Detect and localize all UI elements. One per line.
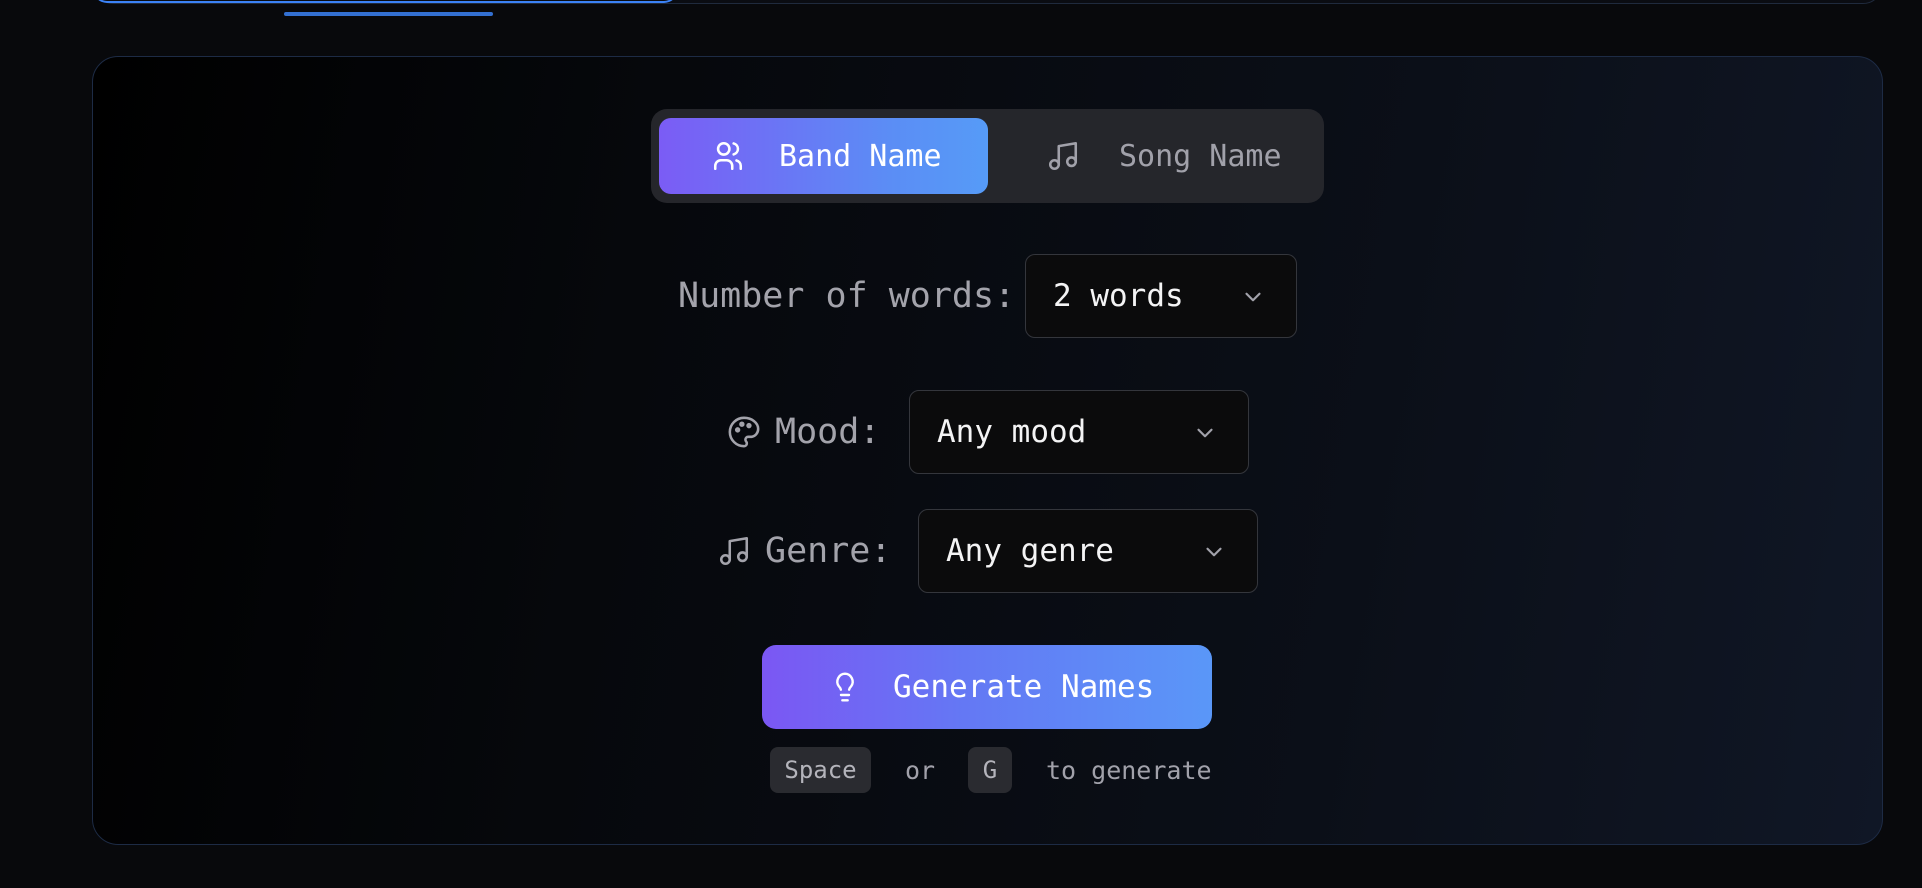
palette-icon	[726, 414, 762, 450]
g-key-badge: G	[968, 747, 1012, 793]
hint-suffix-text: to generate	[1046, 755, 1212, 785]
users-icon	[710, 138, 746, 174]
top-tab-active[interactable]	[93, 0, 678, 3]
generate-names-button[interactable]: Generate Names	[762, 645, 1212, 729]
song-name-tab[interactable]: Song Name	[996, 118, 1316, 194]
mode-toggle: Band Name Song Name	[651, 109, 1324, 203]
band-name-label: Band Name	[779, 138, 942, 174]
chevron-down-icon	[1206, 547, 1222, 557]
chevron-down-icon	[1245, 292, 1261, 302]
music-note-icon	[1045, 138, 1081, 174]
genre-label-group: Genre:	[716, 531, 891, 571]
genre-select[interactable]: Any genre	[918, 509, 1258, 593]
genre-value: Any genre	[946, 533, 1114, 569]
word-count-select[interactable]: 2 words	[1025, 254, 1297, 338]
mood-value: Any mood	[937, 414, 1087, 450]
chevron-down-icon	[1197, 428, 1213, 438]
word-count-value: 2 words	[1053, 278, 1184, 314]
tab-underline-indicator	[284, 12, 493, 16]
lightbulb-icon	[827, 669, 863, 705]
mood-label-group: Mood:	[726, 412, 880, 452]
song-name-label: Song Name	[1119, 138, 1282, 174]
mood-label: Mood:	[775, 412, 881, 452]
music-note-icon	[716, 533, 752, 569]
space-key-badge: Space	[770, 747, 871, 793]
mood-select[interactable]: Any mood	[909, 390, 1249, 474]
word-count-label: Number of words:	[678, 276, 1016, 316]
band-name-tab[interactable]: Band Name	[659, 118, 988, 194]
genre-label: Genre:	[765, 531, 892, 571]
generate-names-label: Generate Names	[893, 669, 1155, 705]
hint-or-text: or	[905, 755, 936, 785]
